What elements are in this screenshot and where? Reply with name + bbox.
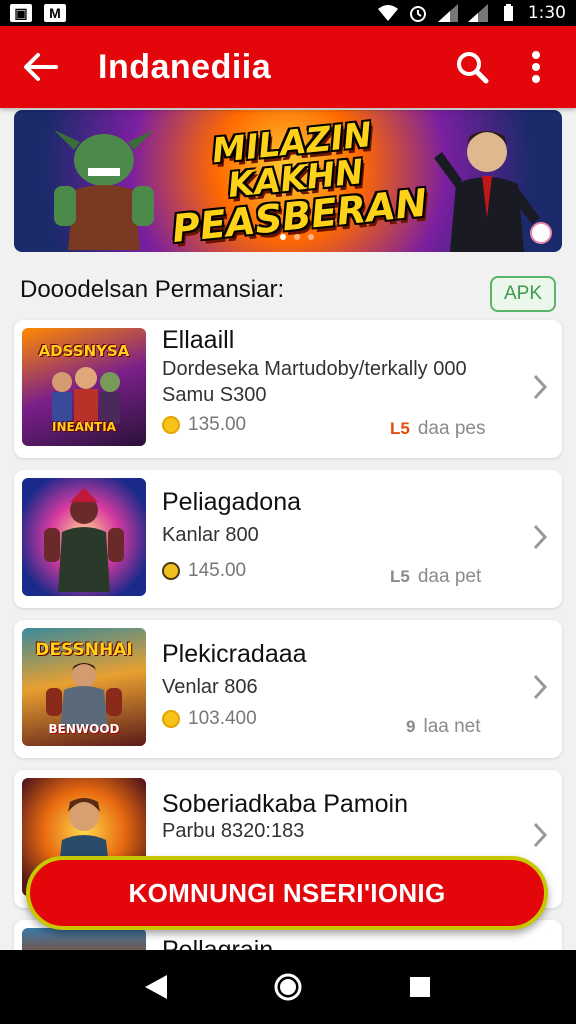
- promo-banner[interactable]: MILAZIN KAKHN PEASBERAN: [14, 110, 562, 252]
- item-size: Samu S300: [162, 384, 267, 406]
- thumbnail-title: DESSNHAI: [35, 640, 133, 660]
- wifi-icon: [377, 5, 398, 21]
- item-title: Peliagadona: [162, 488, 302, 516]
- carousel-dot[interactable]: [308, 234, 314, 240]
- game-thumbnail: [22, 478, 146, 596]
- price-row: 103.400: [162, 708, 257, 730]
- nav-recents-icon[interactable]: [395, 962, 445, 1012]
- search-icon[interactable]: [450, 45, 494, 89]
- chevron-right-icon: [533, 822, 548, 848]
- nav-home-icon[interactable]: [263, 962, 313, 1012]
- list-item[interactable]: DESSNHAI BENWOOD Plekicradaaa Venlar 806…: [14, 620, 562, 758]
- list-item[interactable]: ADSSNYSA INEANTIA Ellaaill Dordeseka Mar…: [14, 320, 562, 458]
- coin-icon: [162, 562, 180, 580]
- section-title: Dooodelsan Permansiar:: [20, 276, 285, 303]
- item-meta-text: daa pet: [417, 566, 482, 587]
- item-price: 145.00: [188, 560, 247, 581]
- item-meta-text: daa pes: [417, 418, 486, 439]
- signal-2-icon: [467, 4, 488, 22]
- item-meta: L5 daa pet: [390, 566, 481, 588]
- item-size: Kanlar 800: [162, 524, 259, 546]
- item-size: Parbu 8320:183: [162, 820, 305, 842]
- m-notification-icon: M: [44, 4, 66, 22]
- carousel-dot[interactable]: [294, 234, 300, 240]
- item-title: Ellaaill: [162, 326, 235, 354]
- alarm-icon: [409, 6, 426, 22]
- clock: 1:30: [527, 3, 566, 23]
- community-cta-button[interactable]: KOMNUNGI NSERI'IONIG: [26, 856, 548, 930]
- carousel-dot[interactable]: [280, 234, 286, 240]
- list-item[interactable]: Peliagadona Kanlar 800 145.00 L5 daa pet: [14, 470, 562, 608]
- rating-badge-icon: 9: [406, 717, 416, 736]
- status-bar: ▣ M 1:30: [0, 0, 576, 26]
- item-description: Dordeseka Martudoby/terkally 000: [162, 358, 467, 380]
- warrior-illustration: [44, 488, 124, 592]
- item-title: Plekicradaaa: [162, 640, 307, 668]
- item-price: 135.00: [188, 414, 247, 435]
- app-title: Indanediia: [98, 47, 272, 86]
- carousel-indicator: [280, 234, 314, 240]
- item-meta: 9 laa net: [406, 716, 481, 738]
- back-arrow-icon[interactable]: [18, 45, 62, 89]
- item-meta-text: laa net: [423, 716, 481, 737]
- item-size: Venlar 806: [162, 676, 258, 698]
- thumbnail-title: ADSSNYSA: [38, 342, 130, 360]
- battery-icon: [503, 4, 513, 21]
- rating-badge-icon: L5: [390, 567, 410, 586]
- coin-icon: [162, 416, 180, 434]
- game-thumbnail: ADSSNYSA INEANTIA: [22, 328, 146, 446]
- item-price: 103.400: [188, 708, 257, 729]
- item-meta: L5 daa pes: [390, 418, 485, 440]
- price-row: 135.00: [162, 414, 246, 436]
- item-title: Soberiadkaba Pamoin: [162, 790, 408, 818]
- chevron-right-icon: [533, 374, 548, 400]
- knight-illustration: [46, 663, 122, 730]
- signal-icon: [437, 4, 458, 22]
- chevron-right-icon: [533, 674, 548, 700]
- banner-badge-icon: [530, 222, 552, 244]
- system-navigation-bar: [0, 950, 576, 1024]
- banner-headline: MILAZIN KAKHN PEASBERAN: [141, 111, 451, 252]
- thumbnail-subtitle: INEANTIA: [52, 420, 116, 434]
- more-vert-icon[interactable]: [514, 45, 558, 89]
- apk-badge-button[interactable]: APK: [490, 276, 556, 312]
- game-thumbnail: DESSNHAI BENWOOD: [22, 628, 146, 746]
- chevron-right-icon: [533, 524, 548, 550]
- coin-icon: [162, 710, 180, 728]
- rating-badge-icon: L5: [390, 419, 410, 438]
- nav-back-icon[interactable]: [131, 962, 181, 1012]
- thumbnail-subtitle: BENWOOD: [48, 722, 120, 736]
- app-bar: Indanediia: [0, 26, 576, 108]
- heroes-illustration: [52, 367, 120, 424]
- image-notification-icon: ▣: [10, 4, 32, 22]
- suited-man-illustration: [434, 131, 540, 252]
- price-row: 145.00: [162, 560, 246, 582]
